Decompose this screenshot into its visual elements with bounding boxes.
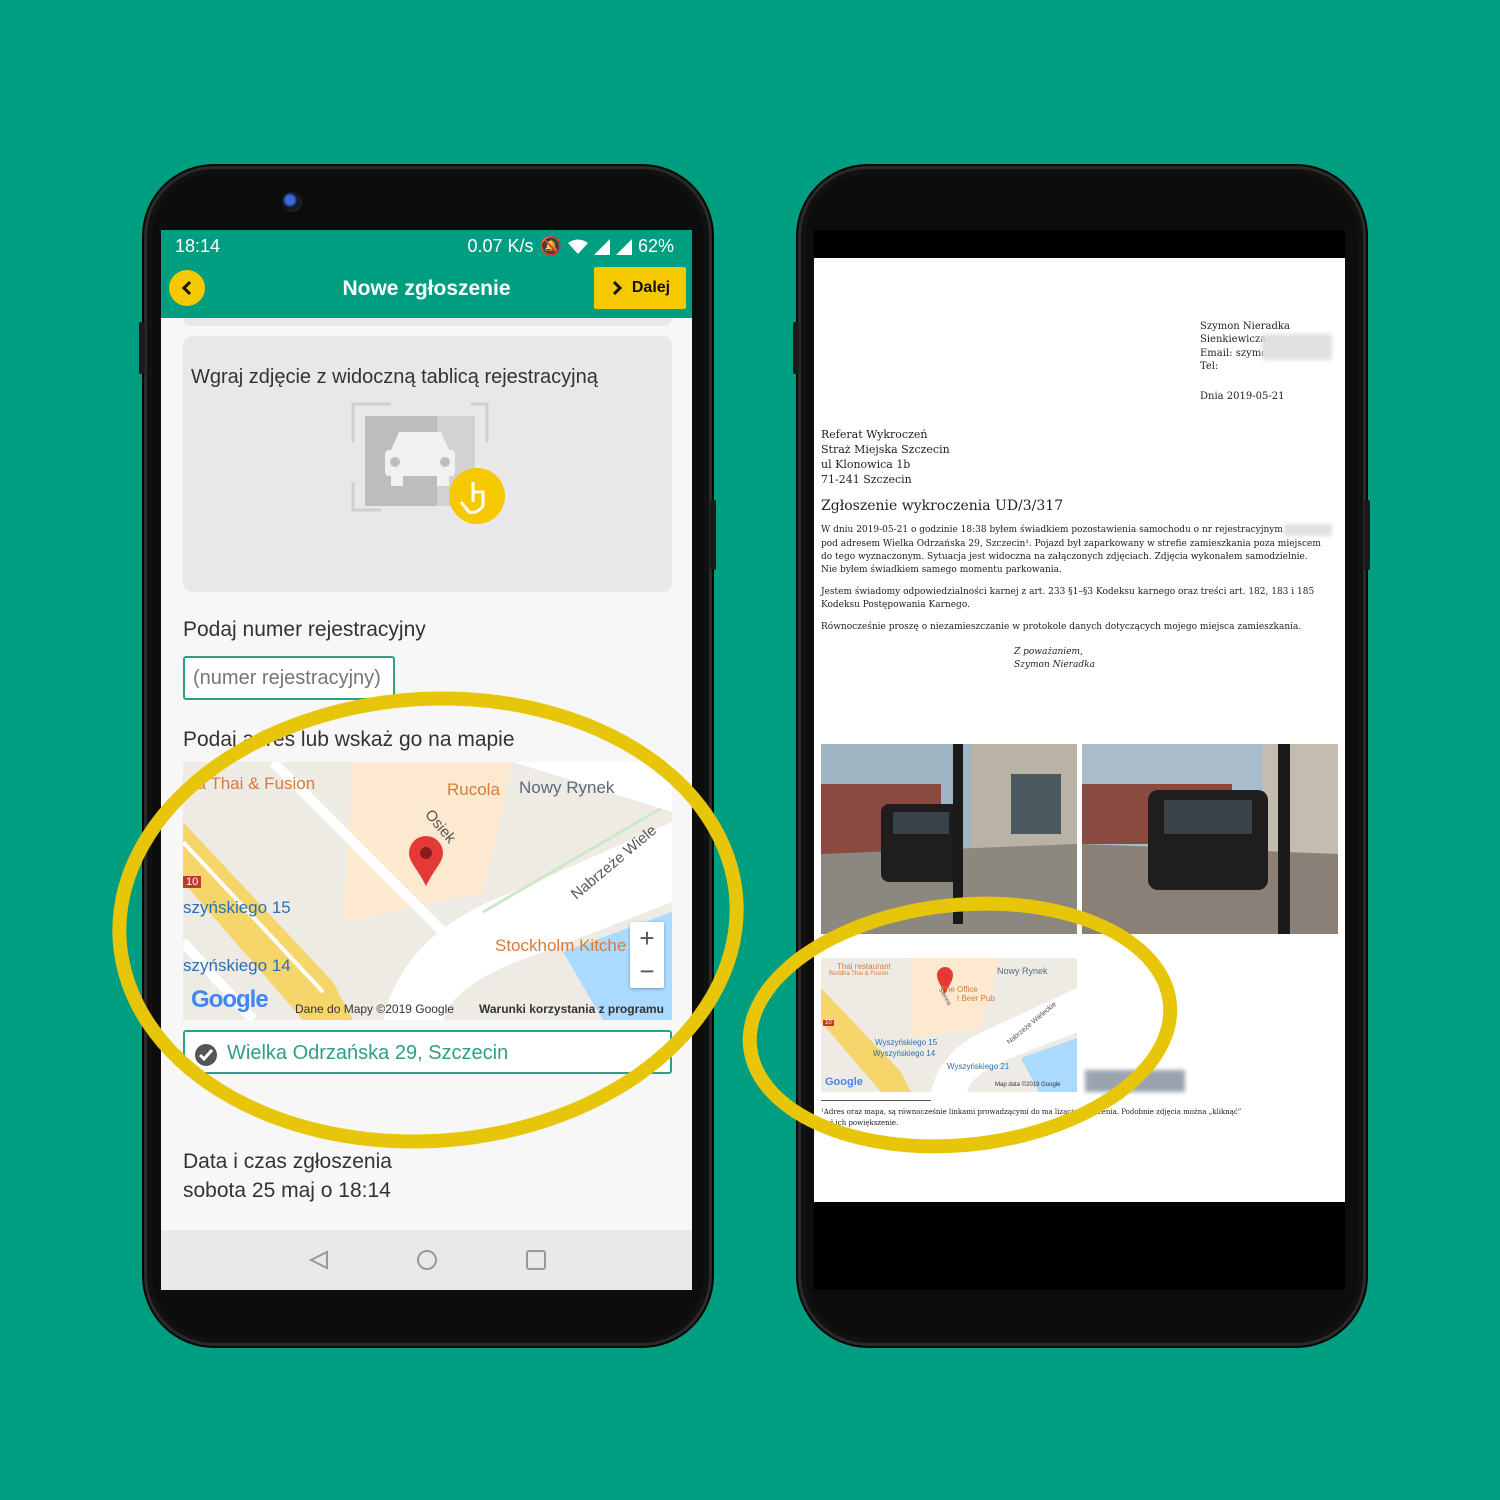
recipient-line-4: 71-241 Szczecin [821, 473, 912, 486]
net-speed: 0.07 K/s [467, 236, 534, 256]
side-button-right [793, 322, 799, 374]
evidence-photo-2[interactable] [1082, 744, 1338, 934]
side-button-right-2 [1364, 500, 1370, 570]
mute-icon: 🔕 [539, 236, 562, 256]
signal-icon [593, 238, 610, 255]
redaction-sender [1262, 334, 1332, 360]
nav-home-icon[interactable] [416, 1249, 438, 1271]
status-right: 0.07 K/s 🔕 62% [468, 236, 675, 257]
closing: Z poważaniem, [1014, 647, 1083, 657]
signature: Szymon Nieradka [1014, 660, 1095, 670]
recipient-line-1: Referat Wykroczeń [821, 428, 928, 441]
body-line-3: do tego wyznaczonym. Sytuacja jest widoc… [821, 552, 1308, 562]
document-date: Dnia 2019-05-21 [1200, 391, 1285, 402]
status-bar: 18:14 0.07 K/s 🔕 62% [161, 230, 692, 262]
car-photo-upload-icon [351, 402, 505, 524]
next-button-label: Dalej [631, 279, 671, 296]
body-line-2: pod adresem Wielka Odrzańska 29, Szczeci… [821, 539, 1321, 549]
sender-street: Sienkiewicza [1200, 334, 1267, 345]
datetime-value[interactable]: sobota 25 maj o 18:14 [183, 1179, 391, 1203]
sender-phone: Tel: [1200, 361, 1219, 372]
previous-card-edge [183, 318, 672, 326]
chevron-right-icon [612, 280, 622, 296]
photo-upload-label: Wgraj zdjęcie z widoczną tablicą rejestr… [191, 366, 598, 388]
battery-level: 62% [637, 236, 674, 256]
body-line-6: Kodeksu Postępowania Karnego. [821, 600, 970, 610]
app-bar: Nowe zgłoszenie Dalej [161, 262, 692, 318]
nav-back-icon[interactable] [309, 1250, 329, 1270]
datetime-label: Data i czas zgłoszenia [183, 1150, 392, 1173]
photo-upload-card[interactable]: Wgraj zdjęcie z widoczną tablicą rejestr… [183, 336, 672, 592]
wifi-icon [567, 239, 588, 254]
redaction-plate [1284, 524, 1332, 536]
body-line-5: Jestem świadomy odpowiedzialności karnej… [821, 587, 1315, 597]
recipient-line-3: ul Klonowica 1b [821, 458, 911, 471]
side-button-left [139, 322, 145, 374]
document-subject: Zgłoszenie wykroczenia UD/3/317 [821, 498, 1064, 514]
plate-number-input[interactable] [183, 656, 395, 700]
android-nav-bar [161, 1230, 692, 1290]
body-line-4: Nie byłem świadkiem samego momentu parko… [821, 565, 1062, 575]
signal-icon-2 [615, 238, 632, 255]
body-line-1: W dniu 2019-05-21 o godzinie 18:38 byłem… [821, 525, 1283, 535]
next-button[interactable]: Dalej [594, 267, 686, 309]
nav-recents-icon[interactable] [525, 1249, 547, 1271]
body-line-7: Równocześnie proszę o niezamieszczanie w… [821, 622, 1302, 632]
recipient-line-2: Straż Miejska Szczecin [821, 443, 950, 456]
side-button-left-2 [710, 500, 716, 570]
status-time: 18:14 [175, 236, 221, 256]
sender-name: Szymon Nieradka [1200, 321, 1290, 332]
front-camera [282, 192, 302, 212]
plate-label: Podaj numer rejestracyjny [183, 618, 426, 641]
